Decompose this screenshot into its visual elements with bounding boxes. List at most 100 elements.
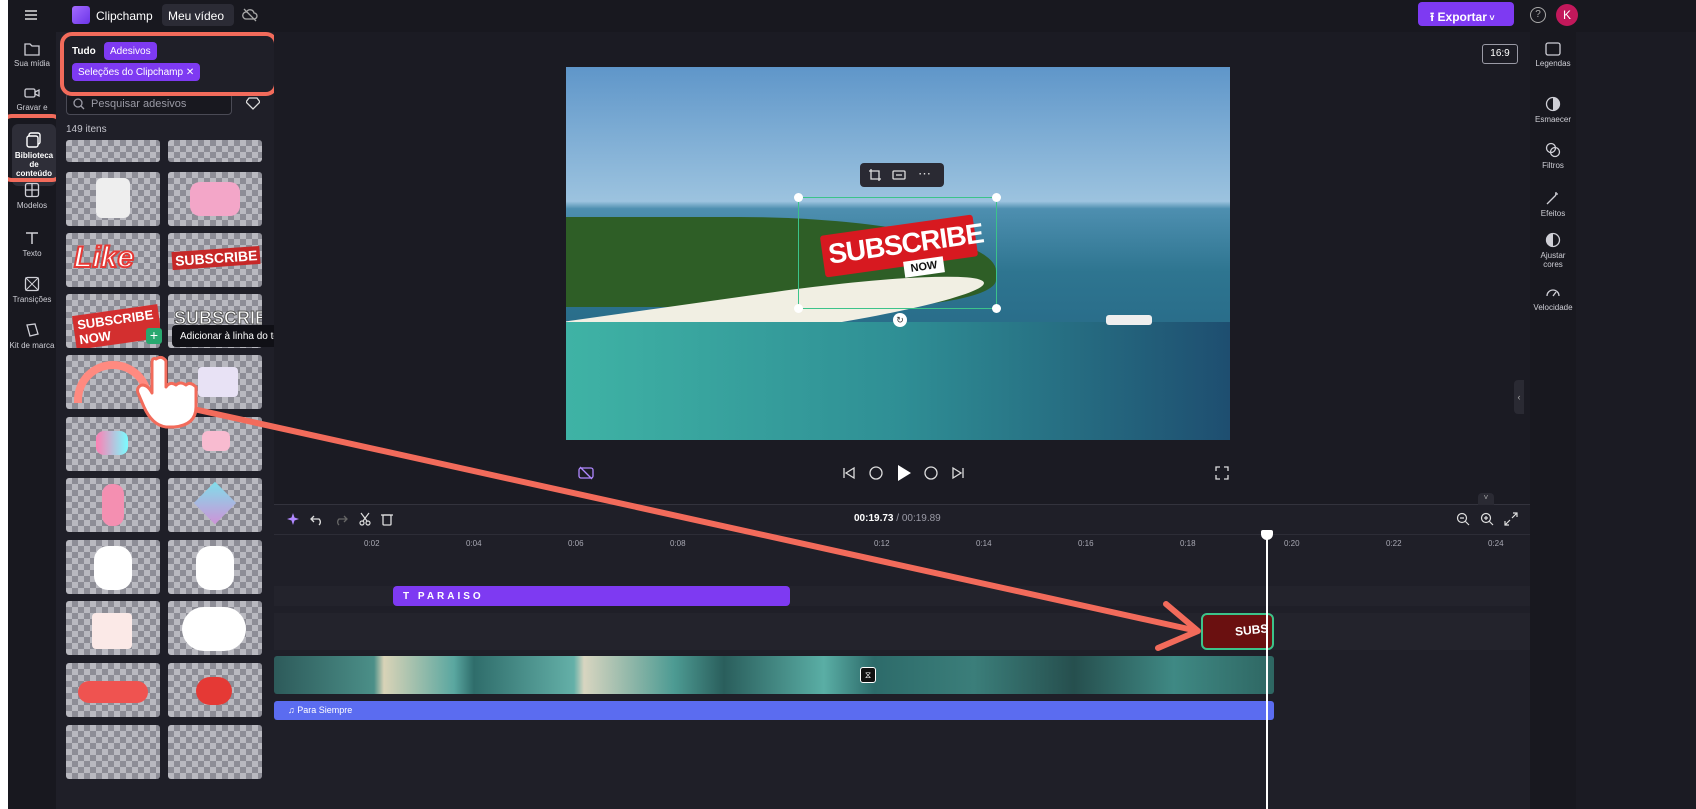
sticker-clip-label: SUBS [1234,621,1269,639]
split-scissors-icon[interactable] [358,512,372,526]
fullscreen-icon[interactable] [1215,466,1229,480]
delete-icon[interactable] [380,512,394,526]
sticker-tile[interactable] [168,540,262,594]
magic-edit-icon[interactable] [578,465,594,481]
sticker-tile[interactable] [168,663,262,717]
rr-label: Velocidade [1533,303,1573,312]
transition-icon[interactable]: ⧖ [860,667,876,683]
playhead[interactable] [1266,534,1268,809]
fit-timeline-icon[interactable] [1504,512,1518,526]
rr-label: Ajustar cores [1540,251,1566,269]
ai-sparkle-icon[interactable] [286,512,300,526]
rail-text[interactable]: Texto [8,230,56,258]
flowers-sticker [78,681,148,703]
sticker-tile[interactable] [66,663,160,717]
brand-kit-icon [26,323,39,337]
sticker-tile[interactable]: SUBSCRIBE [168,233,262,287]
avatar[interactable]: K [1556,4,1578,26]
rr-fade[interactable]: Esmaecer [1530,96,1576,124]
help-icon[interactable]: ? [1530,7,1546,23]
audio-clip-label: Para Siempre [297,705,353,715]
sticker-tile[interactable] [168,725,262,779]
levelup-sticker [202,431,230,451]
sticker-tile[interactable] [66,172,160,226]
rr-filters[interactable]: Filtros [1530,142,1576,170]
project-name-tab[interactable]: Meu vídeo [162,4,234,26]
aspect-ratio-button[interactable]: 16:9 [1482,44,1518,64]
chevron-down-icon: ˅ [1486,13,1495,23]
zoom-out-icon[interactable] [1456,512,1470,526]
ruler-tick: 0:20 [1284,539,1300,548]
ruler-tick: 0:04 [466,539,482,548]
rail-label: Sua mídia [13,59,51,68]
rr-effects[interactable]: Efeitos [1530,190,1576,218]
current-time: 00:19.73 [854,513,894,524]
templates-icon [24,182,40,198]
zoom-in-icon[interactable] [1480,512,1494,526]
resize-handle[interactable] [794,193,803,202]
text-clip[interactable]: T PARAISO [393,586,790,606]
crop-icon[interactable] [868,168,882,182]
right-rail: Legendas Esmaecer Filtros Efeitos Ajusta… [1530,32,1576,809]
rewind-5-icon[interactable] [868,465,884,481]
sticker-tile[interactable] [66,478,160,532]
rr-label: Legendas [1535,59,1571,68]
music-note-icon: ♫ [288,705,298,715]
text-icon [26,232,38,244]
rotate-handle-icon[interactable]: ↻ [893,313,907,327]
sticker-tile[interactable] [66,725,160,779]
forward-5-icon[interactable] [923,465,939,481]
add-to-timeline-icon[interactable]: + [146,328,162,344]
audio-clip[interactable]: ♫ Para Siempre [274,701,1274,720]
collapse-timeline-icon[interactable]: ˅ [1478,493,1494,505]
sticker-tile[interactable] [66,540,160,594]
sticker-tile[interactable] [168,478,262,532]
export-button[interactable]: ⭱ Exportar ˅ [1418,2,1514,26]
rail-transitions[interactable]: Transições [8,276,56,304]
total-time: / 00:19.89 [893,513,941,524]
timeline-divider [274,504,1530,505]
selection-box[interactable] [794,193,1001,313]
more-icon[interactable]: ⋯ [918,166,931,182]
sticker-tile[interactable] [66,140,160,162]
sticker-tile[interactable] [168,172,262,226]
undo-icon[interactable] [310,512,324,526]
resize-handle[interactable] [794,304,803,313]
premium-diamond-icon[interactable] [246,96,260,110]
search-input[interactable]: Pesquisar adesivos [66,93,232,115]
rr-captions[interactable]: Legendas [1530,42,1576,68]
resize-handle[interactable] [992,193,1001,202]
rail-brand-kit[interactable]: Kit de marca [8,322,56,350]
cloud-off-icon[interactable] [242,7,258,23]
rr-speed[interactable]: Velocidade [1530,284,1576,312]
fit-icon[interactable] [892,168,906,182]
sticker-tile[interactable] [168,601,262,655]
resize-handle[interactable] [992,304,1001,313]
rr-adjust-colors[interactable]: Ajustar cores [1530,232,1576,269]
rail-record[interactable]: Gravar e [8,86,56,112]
rail-your-media[interactable]: Sua mídia [8,42,56,68]
export-label: Exportar [1437,10,1487,24]
redo-icon[interactable] [334,512,348,526]
rail-label: Gravar e [16,103,48,112]
skip-back-icon[interactable] [842,466,856,480]
skip-forward-icon[interactable] [951,466,965,480]
rail-templates[interactable]: Modelos [8,182,56,210]
top-bar: Clipchamp Meu vídeo ⭱ Exportar ˅ ? K [8,0,1696,32]
sticker-tile[interactable] [66,601,160,655]
boat [1106,315,1152,325]
video-clip[interactable] [274,656,1274,694]
gem-sticker [193,481,237,525]
sticker-tile[interactable] [168,140,262,162]
rail-label: Modelos [16,201,48,210]
ruler-tick: 0:06 [568,539,584,548]
hamburger-menu-icon[interactable] [24,8,38,22]
ruler-tick: 0:22 [1386,539,1402,548]
sticker-clip[interactable]: SUBS [1201,613,1274,650]
rr-label: Filtros [1542,161,1564,170]
text-clip-label: PARAISO [417,591,484,602]
gamepad-sticker [96,431,128,455]
play-icon[interactable] [896,464,912,482]
collapse-right-panel-handle[interactable]: ‹ [1514,380,1524,414]
sticker-tile[interactable]: Like [66,233,160,287]
